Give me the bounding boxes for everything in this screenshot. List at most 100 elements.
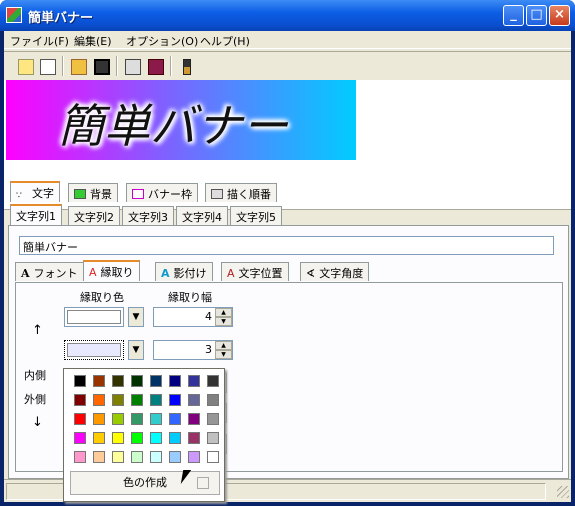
color-cell[interactable]: [188, 394, 200, 406]
book-icon: [148, 59, 164, 75]
color-cell[interactable]: [74, 451, 86, 463]
menu-options[interactable]: オプション(O): [126, 33, 198, 49]
menu-help[interactable]: ヘルプ(H): [200, 33, 250, 49]
color-cell[interactable]: [131, 375, 143, 387]
color-cell[interactable]: [188, 413, 200, 425]
color-cell[interactable]: [188, 451, 200, 463]
color-cell[interactable]: [131, 394, 143, 406]
color-cell[interactable]: [74, 413, 86, 425]
tab-shadow[interactable]: A 影付け: [155, 262, 213, 281]
properties-button[interactable]: [121, 55, 143, 77]
text-icon: ∵: [16, 191, 22, 201]
menu-edit[interactable]: 編集(E): [74, 33, 112, 49]
color-cell[interactable]: [112, 375, 124, 387]
spin-up-button[interactable]: ▲: [215, 341, 232, 350]
order-icon: [211, 189, 223, 199]
color-cell[interactable]: [93, 432, 105, 444]
app-icon: [6, 7, 22, 23]
new-button[interactable]: [14, 55, 36, 77]
tab-text-angle[interactable]: ∢ 文字角度: [300, 262, 370, 281]
color-cell[interactable]: [112, 451, 124, 463]
color-cell[interactable]: [207, 432, 219, 444]
spin-down-button[interactable]: ▼: [215, 317, 232, 326]
color-dropdown-2[interactable]: ▼: [128, 340, 144, 360]
app-window: 簡単バナー _ □ × ファイル(F) 編集(E) オプション(O) ヘルプ(H…: [0, 0, 575, 506]
color-cell[interactable]: [150, 375, 162, 387]
color-cell[interactable]: [74, 432, 86, 444]
outline-color-swatch-1[interactable]: [64, 307, 124, 327]
color-cell[interactable]: [93, 451, 105, 463]
color-cell[interactable]: [169, 451, 181, 463]
tab-text-position[interactable]: A 文字位置: [221, 262, 289, 281]
color-cell[interactable]: [93, 394, 105, 406]
copy-button[interactable]: [36, 55, 58, 77]
spin-down-button[interactable]: ▼: [215, 350, 232, 359]
frame-icon: [132, 189, 144, 199]
close-button[interactable]: ×: [549, 5, 570, 26]
up-arrow: ↑: [32, 323, 43, 338]
tab-string-4[interactable]: 文字列4: [176, 206, 228, 225]
tab-background[interactable]: 背景: [68, 183, 118, 202]
color-cell[interactable]: [188, 375, 200, 387]
minimize-button[interactable]: _: [503, 5, 524, 26]
book-button[interactable]: [144, 55, 166, 77]
tab-text[interactable]: ∵ 文字: [10, 181, 60, 202]
color-cell[interactable]: [150, 413, 162, 425]
color-cell[interactable]: [150, 451, 162, 463]
color-cell[interactable]: [207, 375, 219, 387]
open-button[interactable]: [67, 55, 89, 77]
properties-icon: [125, 59, 141, 75]
color-palette-popup: 色の作成: [63, 368, 225, 502]
toolbar-separator: [116, 56, 118, 76]
color-cell[interactable]: [131, 432, 143, 444]
outline-width-spinner-1[interactable]: 4 ▲ ▼: [153, 307, 233, 327]
tab-font[interactable]: A フォント: [15, 262, 84, 281]
maximize-button[interactable]: □: [526, 5, 547, 26]
brush-button[interactable]: [175, 55, 197, 77]
outline-icon: A: [89, 266, 97, 279]
tab-banner-frame[interactable]: バナー枠: [126, 183, 198, 202]
outer-label: 外側: [24, 393, 46, 406]
color-dropdown-1[interactable]: ▼: [128, 307, 144, 327]
text-input[interactable]: 簡単バナー: [19, 236, 554, 255]
outline-color-swatch-2[interactable]: [64, 340, 124, 360]
menu-file[interactable]: ファイル(F): [10, 33, 69, 49]
tab-string-5[interactable]: 文字列5: [230, 206, 282, 225]
color-cell[interactable]: [207, 451, 219, 463]
make-color-button[interactable]: 色の作成: [70, 471, 220, 495]
color-cell[interactable]: [150, 394, 162, 406]
color-cell[interactable]: [74, 375, 86, 387]
color-cell[interactable]: [131, 413, 143, 425]
color-cell[interactable]: [169, 413, 181, 425]
open-icon: [71, 59, 87, 75]
color-cell[interactable]: [112, 413, 124, 425]
tab-string-2[interactable]: 文字列2: [68, 206, 120, 225]
color-preview: [67, 310, 121, 324]
outline-width-spinner-2[interactable]: 3 ▲ ▼: [153, 340, 233, 360]
title-bar[interactable]: 簡単バナー _ □ ×: [0, 0, 575, 31]
color-cell[interactable]: [93, 413, 105, 425]
tab-draw-order[interactable]: 描く順番: [205, 183, 277, 202]
save-button[interactable]: [90, 55, 112, 77]
color-cell[interactable]: [207, 413, 219, 425]
color-cell[interactable]: [93, 375, 105, 387]
color-cell[interactable]: [112, 432, 124, 444]
color-cell[interactable]: [131, 451, 143, 463]
tab-text-label: 文字: [32, 187, 54, 200]
color-cell[interactable]: [112, 394, 124, 406]
save-icon: [94, 59, 110, 75]
tab-string-3[interactable]: 文字列3: [122, 206, 174, 225]
resize-grip-icon[interactable]: [557, 486, 569, 498]
color-cell[interactable]: [74, 394, 86, 406]
color-cell[interactable]: [169, 375, 181, 387]
color-cell[interactable]: [150, 432, 162, 444]
spin-up-button[interactable]: ▲: [215, 308, 232, 317]
color-cell[interactable]: [207, 394, 219, 406]
color-cell[interactable]: [169, 432, 181, 444]
color-cell[interactable]: [169, 394, 181, 406]
color-cell[interactable]: [188, 432, 200, 444]
tab-outline[interactable]: A 縁取り: [83, 260, 140, 281]
copy-icon: [40, 59, 56, 75]
tab-background-label: 背景: [90, 188, 112, 201]
tab-string-1[interactable]: 文字列1: [10, 204, 62, 225]
